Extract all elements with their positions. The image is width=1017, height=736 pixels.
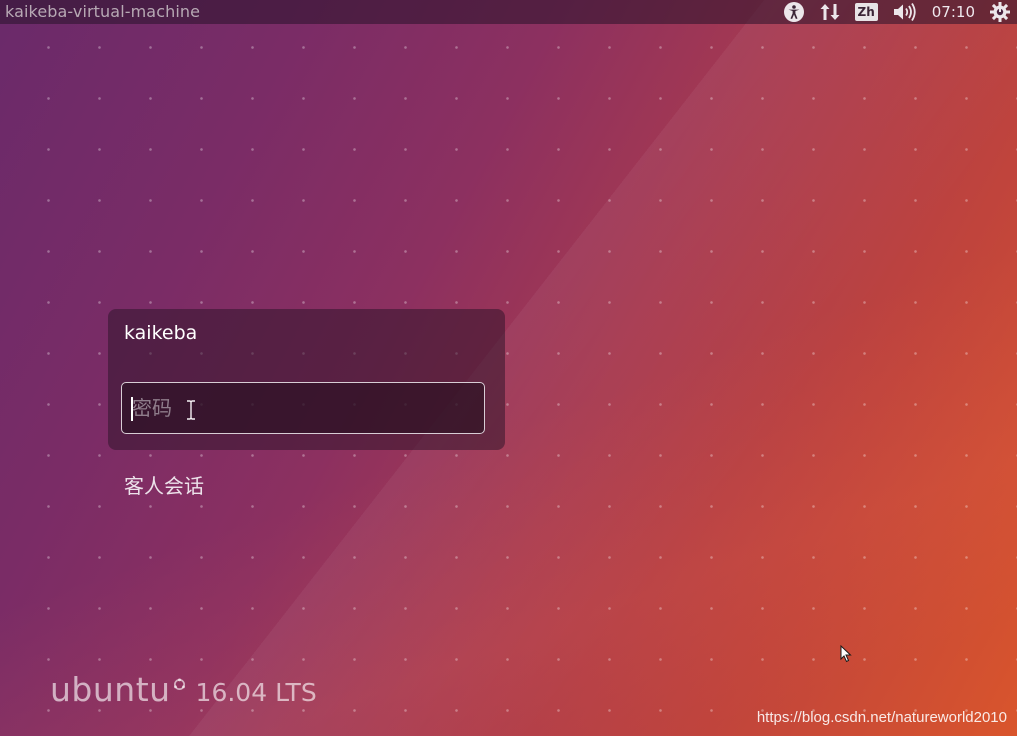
text-caret (131, 397, 133, 421)
accessibility-icon[interactable] (783, 1, 805, 23)
password-input[interactable] (130, 389, 472, 427)
password-field[interactable] (121, 382, 485, 434)
ubuntu-wordmark: ubuntu (50, 670, 171, 709)
clock-label[interactable]: 07:10 (932, 3, 975, 21)
ibeam-cursor-icon (187, 400, 195, 420)
guest-session-option[interactable]: 客人会话 (124, 470, 204, 499)
network-updown-icon[interactable] (819, 1, 841, 23)
ubuntu-logo: ubuntu 16.04 LTS (50, 670, 317, 709)
circle-of-friends-icon (173, 678, 185, 690)
top-panel: kaikeba-virtual-machine Zh 07:10 (0, 0, 1017, 24)
input-method-label: Zh (854, 3, 878, 21)
ubuntu-version: 16.04 LTS (195, 678, 317, 707)
mouse-pointer-icon (840, 645, 852, 663)
hostname-label: kaikeba-virtual-machine (5, 2, 201, 21)
login-screen: kaikeba-virtual-machine Zh 07:10 kaikeba… (0, 0, 1017, 736)
volume-icon[interactable] (892, 1, 918, 23)
username-label[interactable]: kaikeba (124, 322, 197, 344)
power-gear-icon[interactable] (989, 1, 1011, 23)
input-method-indicator[interactable]: Zh (854, 3, 878, 21)
login-panel: kaikeba (108, 309, 505, 450)
indicator-area: Zh 07:10 (783, 0, 1011, 24)
watermark-url: https://blog.csdn.net/natureworld2010 (756, 709, 1007, 726)
